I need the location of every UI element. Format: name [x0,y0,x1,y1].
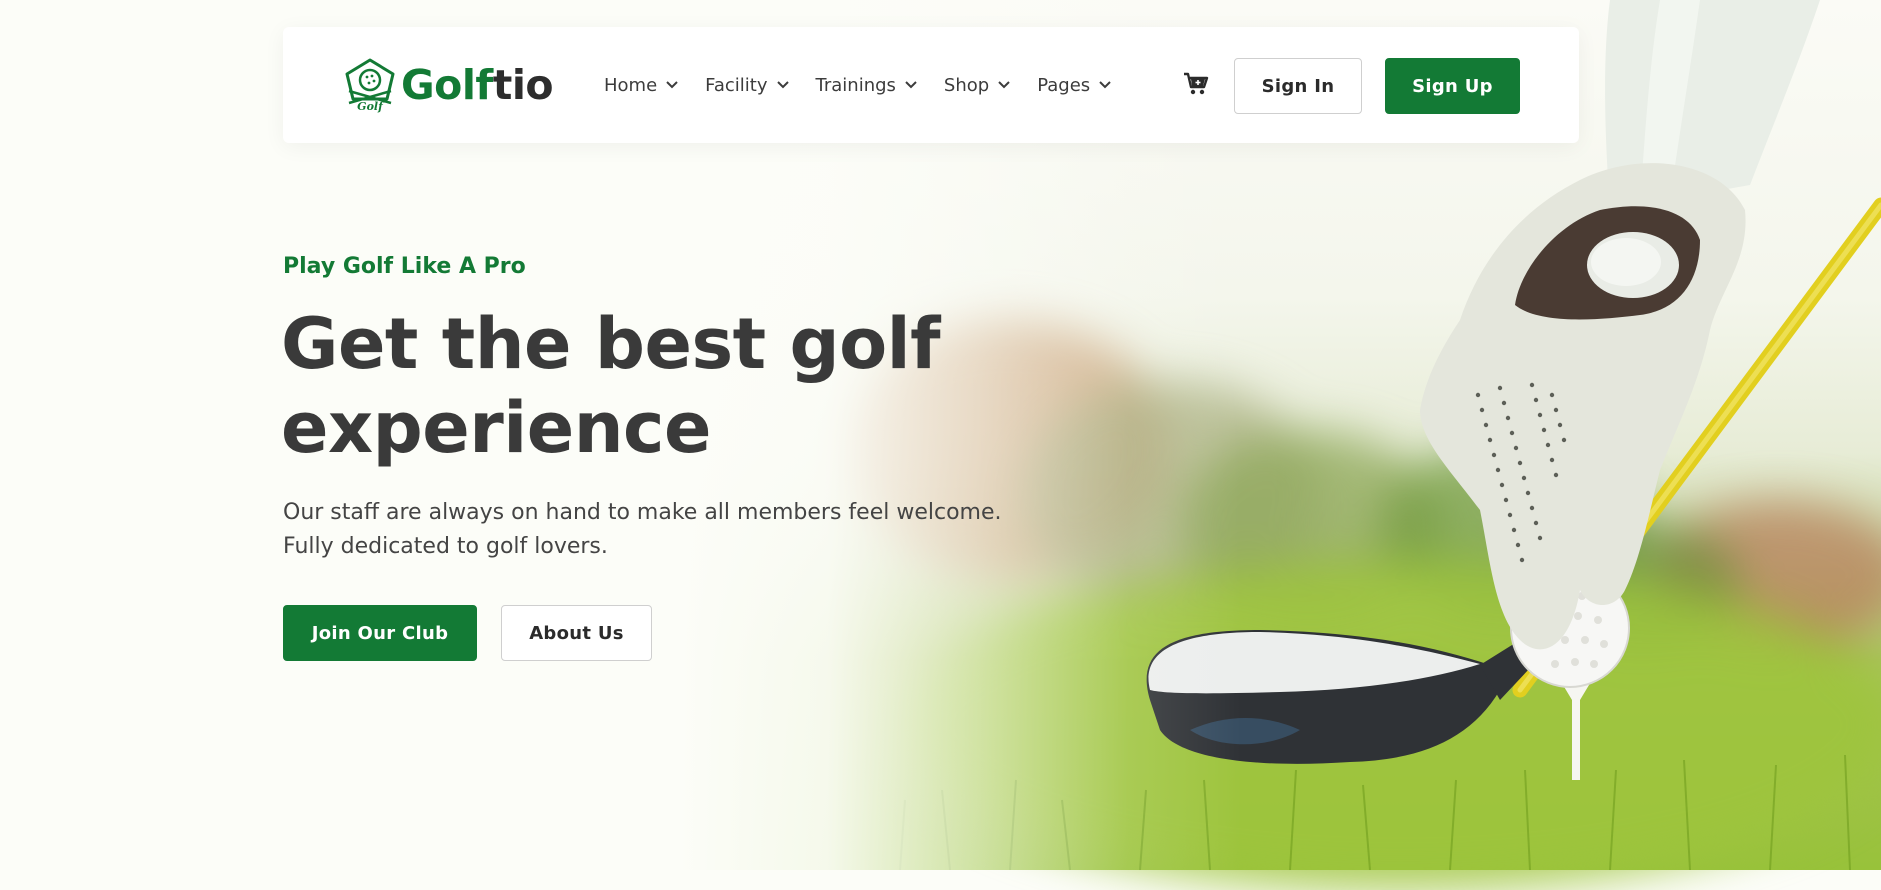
nav-item-label: Facility [705,74,768,96]
hero-headline-line2: experience [281,387,712,469]
chevron-down-icon [666,81,678,89]
nav-item-pages[interactable]: Pages [1037,75,1112,96]
sign-up-button[interactable]: Sign Up [1385,58,1520,114]
brand-name: Golftio [401,57,554,113]
hero-eyebrow: Play Golf Like A Pro [283,254,526,279]
logo-badge-text: Golf [357,100,385,113]
nav-item-shop[interactable]: Shop [944,75,1011,96]
nav-item-label: Shop [943,74,990,96]
chevron-down-icon [1099,81,1111,89]
hero-headline-line1: Get the best golf [281,303,941,385]
golf-logo-icon: Golf [345,58,395,113]
nav-item-home[interactable]: Home [604,75,679,96]
sign-in-button[interactable]: Sign In [1234,58,1362,114]
hero-subtitle-line1: Our staff are always on hand to make all… [283,500,1002,525]
hero-subtitle-line2: Fully dedicated to golf lovers. [283,534,608,559]
nav-item-label: Home [604,74,658,96]
nav-item-facility[interactable]: Facility [705,75,789,96]
chevron-down-icon [998,81,1010,89]
nav-item-label: Pages [1037,74,1091,96]
brand-name-part2: tio [492,61,554,109]
chevron-down-icon [905,81,917,89]
chevron-down-icon [776,81,789,89]
logo[interactable]: Golf Golftio [341,57,554,113]
nav-item-label: Trainings [815,74,896,96]
hero-subtitle: Our staff are always on hand to make all… [283,496,1043,564]
nav-item-trainings[interactable]: Trainings [816,75,918,96]
site-header: Golf Golftio Home Facility Trainings Sho… [283,27,1579,143]
hero-headline: Get the best golf experience [281,302,1001,470]
join-club-button[interactable]: Join Our Club [283,605,477,661]
brand-name-part1: Golf [401,61,493,109]
main-nav: Home Facility Trainings Shop Pages [604,27,1138,143]
about-us-button[interactable]: About Us [501,605,652,661]
cart-icon[interactable] [1182,71,1210,97]
